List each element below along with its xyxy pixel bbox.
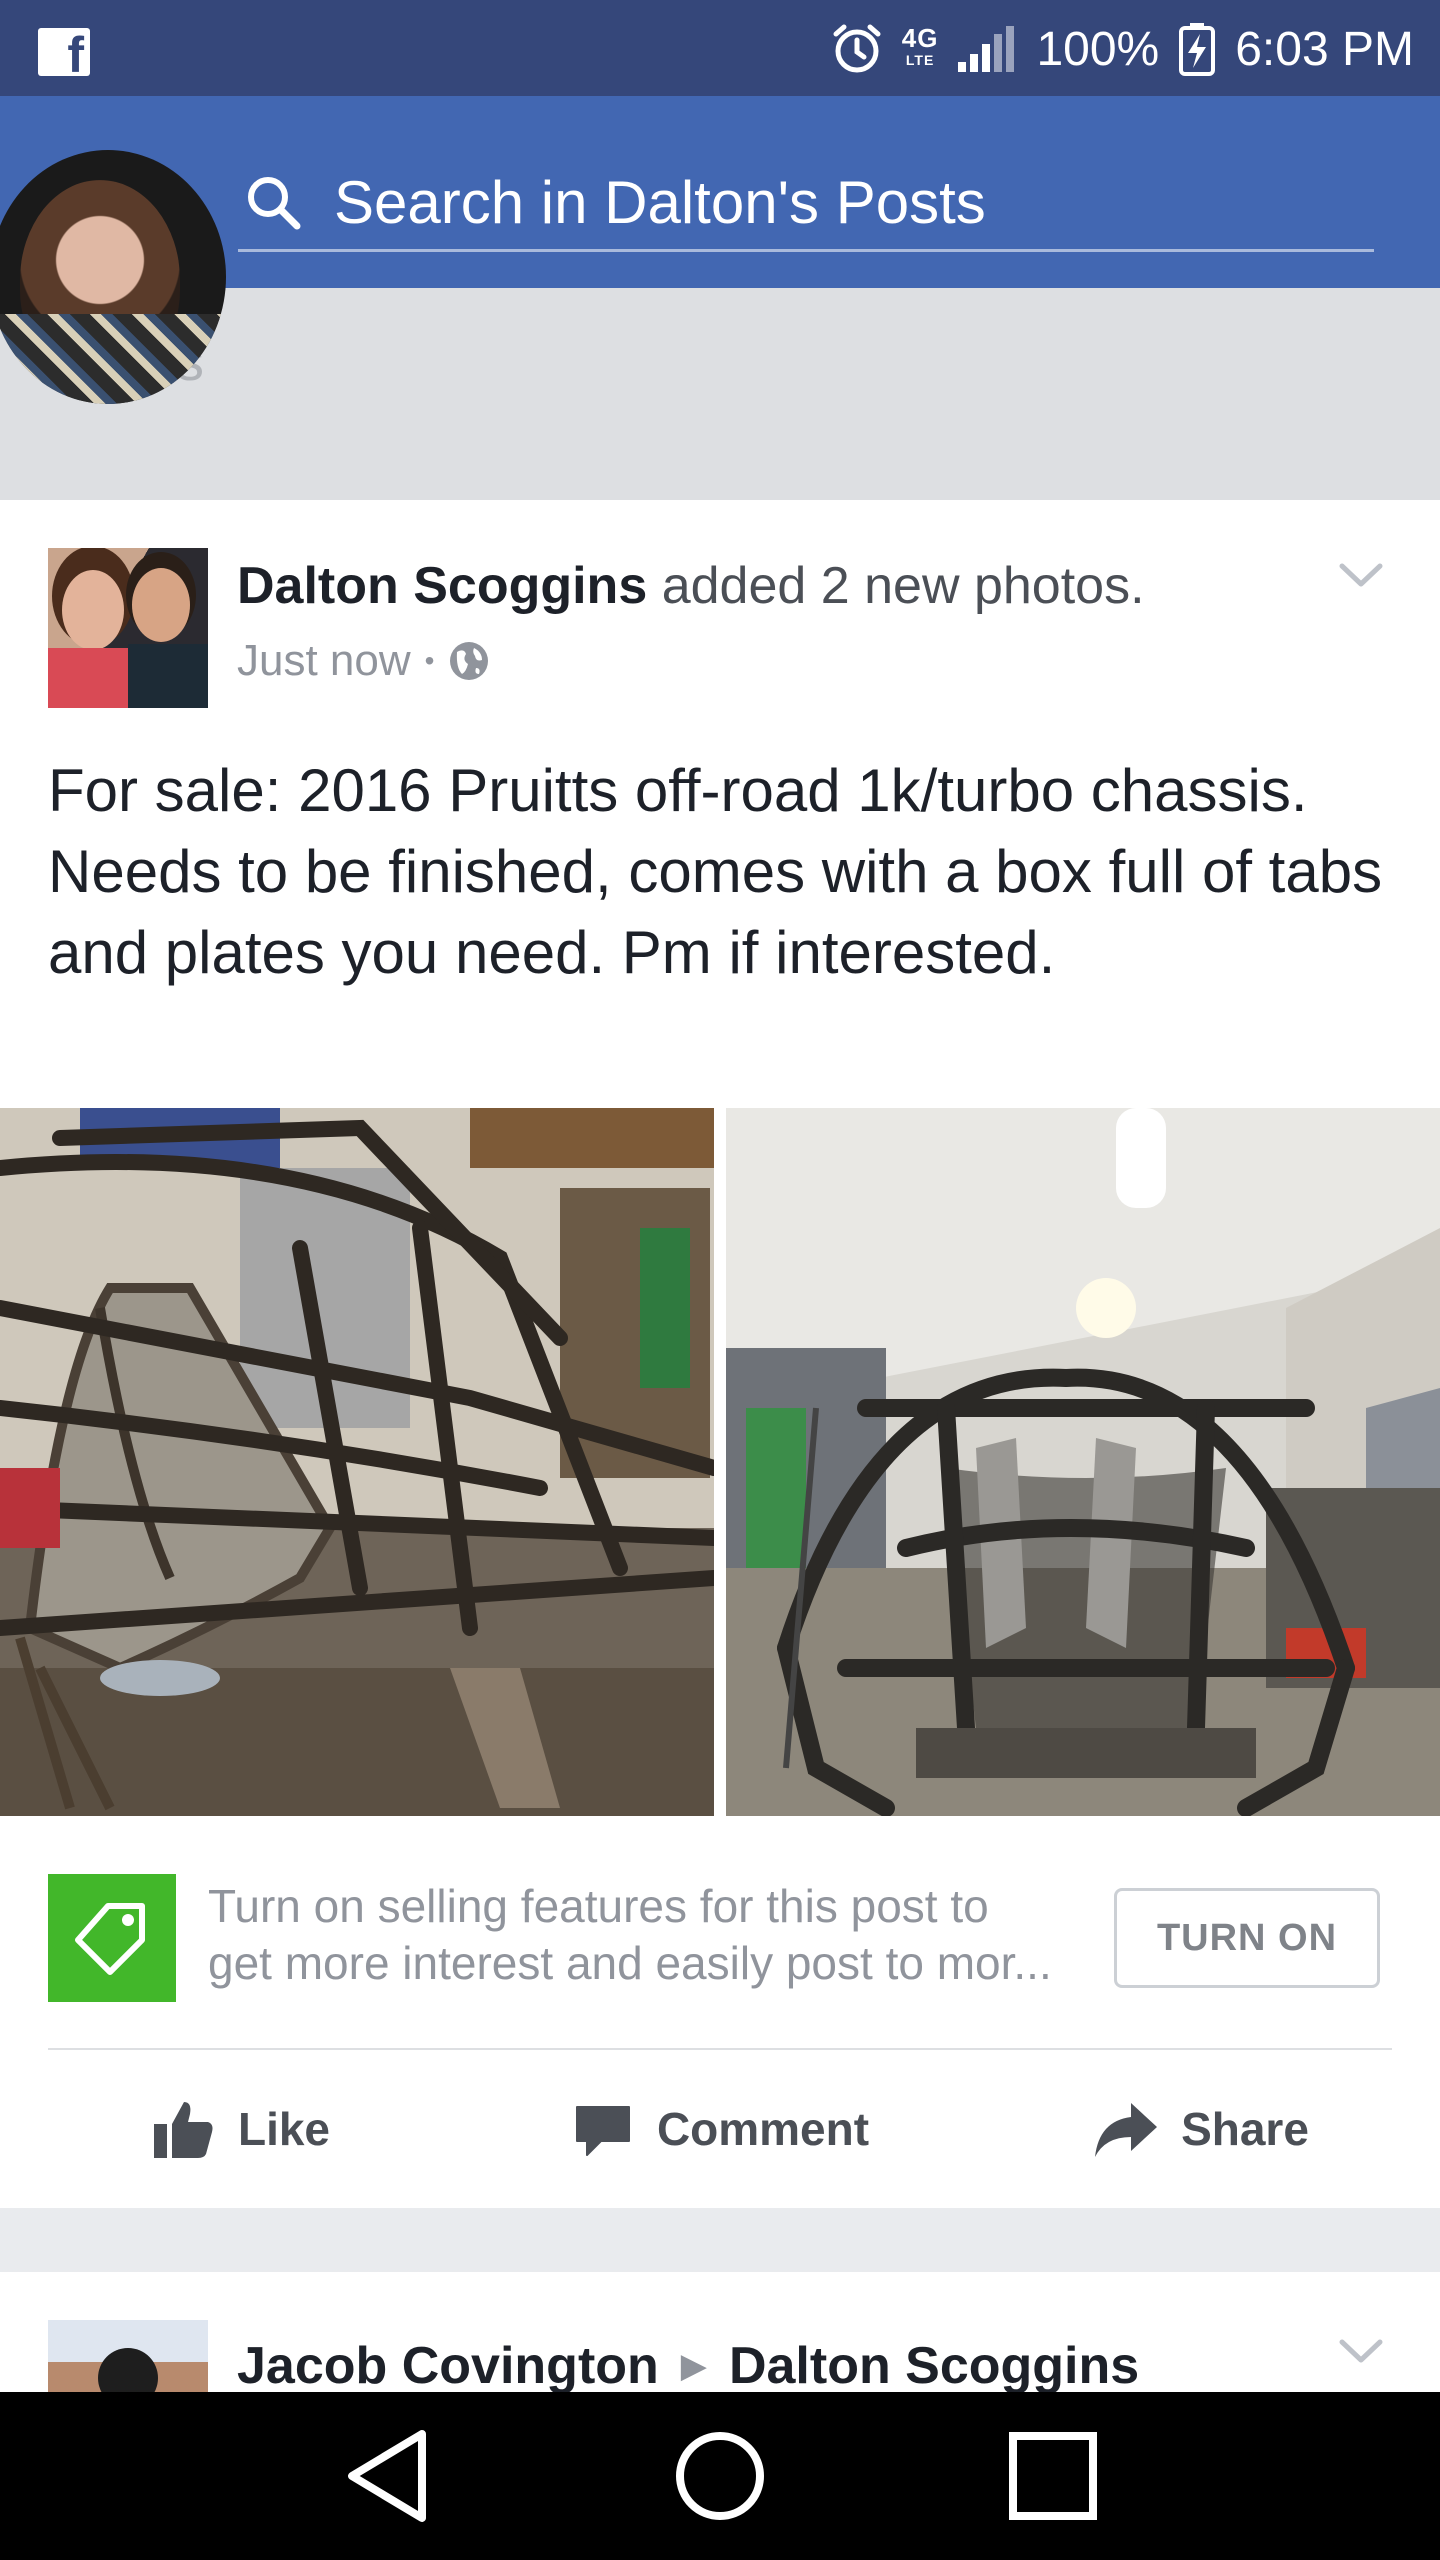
next-post-card: Jacob Covington ▶ Dalton Scoggins <box>0 2272 1440 2392</box>
like-button[interactable]: Like <box>0 2050 480 2208</box>
recents-icon[interactable] <box>983 2406 1123 2546</box>
search-placeholder: Search in Dalton's Posts <box>334 169 986 236</box>
system-nav-bar <box>0 2392 1440 2560</box>
share-icon <box>1095 2103 1158 2157</box>
selling-text-line-1: Turn on selling features for this post t… <box>208 1880 989 1932</box>
network-icon: 4G LTE <box>901 23 939 68</box>
next-post-to[interactable]: Dalton Scoggins <box>729 2336 1139 2392</box>
post-body-text: For sale: 2016 Pruitts off-road 1k/turbo… <box>48 757 1383 986</box>
post-photo-1[interactable] <box>0 1108 714 1816</box>
post-meta: Just now • <box>237 636 490 686</box>
comment-icon <box>575 2106 630 2156</box>
avatar-shirt-2 <box>128 644 208 708</box>
avatar-person-2 <box>132 568 190 642</box>
selling-text-line-2: get more interest and easily post to mor… <box>208 1937 1052 1989</box>
selling-features-text: Turn on selling features for this post t… <box>208 1878 1088 1992</box>
post-author-avatar[interactable] <box>48 548 208 708</box>
next-post-from[interactable]: Jacob Covington <box>237 2336 659 2392</box>
avatar-person-1 <box>62 570 124 650</box>
status-icons: 4G LTE 100% 6:03 PM <box>830 14 1414 84</box>
like-icon <box>153 2102 213 2158</box>
next-post-arrow: ▶ <box>680 2347 707 2385</box>
post-photos <box>0 1108 1440 1816</box>
selling-features: Turn on selling features for this post t… <box>0 1864 1440 2004</box>
comment-label: Comment <box>656 2103 870 2155</box>
next-post-chevron-icon[interactable] <box>1338 2336 1384 2366</box>
status-bar: f 4G LTE 100% 6:03 PM <box>0 0 1440 96</box>
like-label: Like <box>237 2103 331 2155</box>
price-tag-icon <box>48 1874 176 2002</box>
alarm-icon <box>833 24 881 73</box>
next-post-avatar[interactable] <box>48 2320 208 2392</box>
post-author-name[interactable]: Dalton Scoggins <box>237 557 647 615</box>
facebook-icon: f <box>38 28 90 82</box>
post-options-chevron-icon[interactable] <box>1338 560 1384 590</box>
turn-on-button[interactable]: TURN ON <box>1114 1888 1380 1988</box>
post-header: Dalton Scoggins added 2 new photos. <box>237 556 1145 616</box>
globe-icon <box>450 642 489 680</box>
share-label: Share <box>1181 2103 1309 2155</box>
post-photo-2[interactable] <box>726 1108 1440 1816</box>
next-post-header: Jacob Covington ▶ Dalton Scoggins <box>237 2336 1139 2392</box>
next-avatar-head <box>98 2348 158 2392</box>
avatar[interactable] <box>0 150 226 404</box>
avatar-shirt <box>0 314 226 404</box>
signal-icon <box>958 26 1015 72</box>
chassis-photo-left <box>0 1108 714 1816</box>
avatar-shirt-1 <box>48 648 128 708</box>
search-icon <box>248 176 301 229</box>
back-icon[interactable] <box>317 2406 457 2546</box>
battery-charging-icon <box>1179 23 1216 76</box>
post-actions: Like Comment Share <box>0 2050 1440 2208</box>
clock: 6:03 PM <box>1235 22 1414 76</box>
battery-percent: 100% <box>1036 22 1160 76</box>
comment-button[interactable]: Comment <box>480 2050 960 2208</box>
chassis-photo-right <box>726 1108 1440 1816</box>
search-input[interactable]: Search in Dalton's Posts <box>238 156 1374 252</box>
post-timestamp[interactable]: Just now <box>237 636 411 686</box>
share-button[interactable]: Share <box>960 2050 1440 2208</box>
home-icon[interactable] <box>650 2406 790 2546</box>
meta-separator: • <box>424 645 435 676</box>
post-action-text: added 2 new photos. <box>647 557 1145 615</box>
